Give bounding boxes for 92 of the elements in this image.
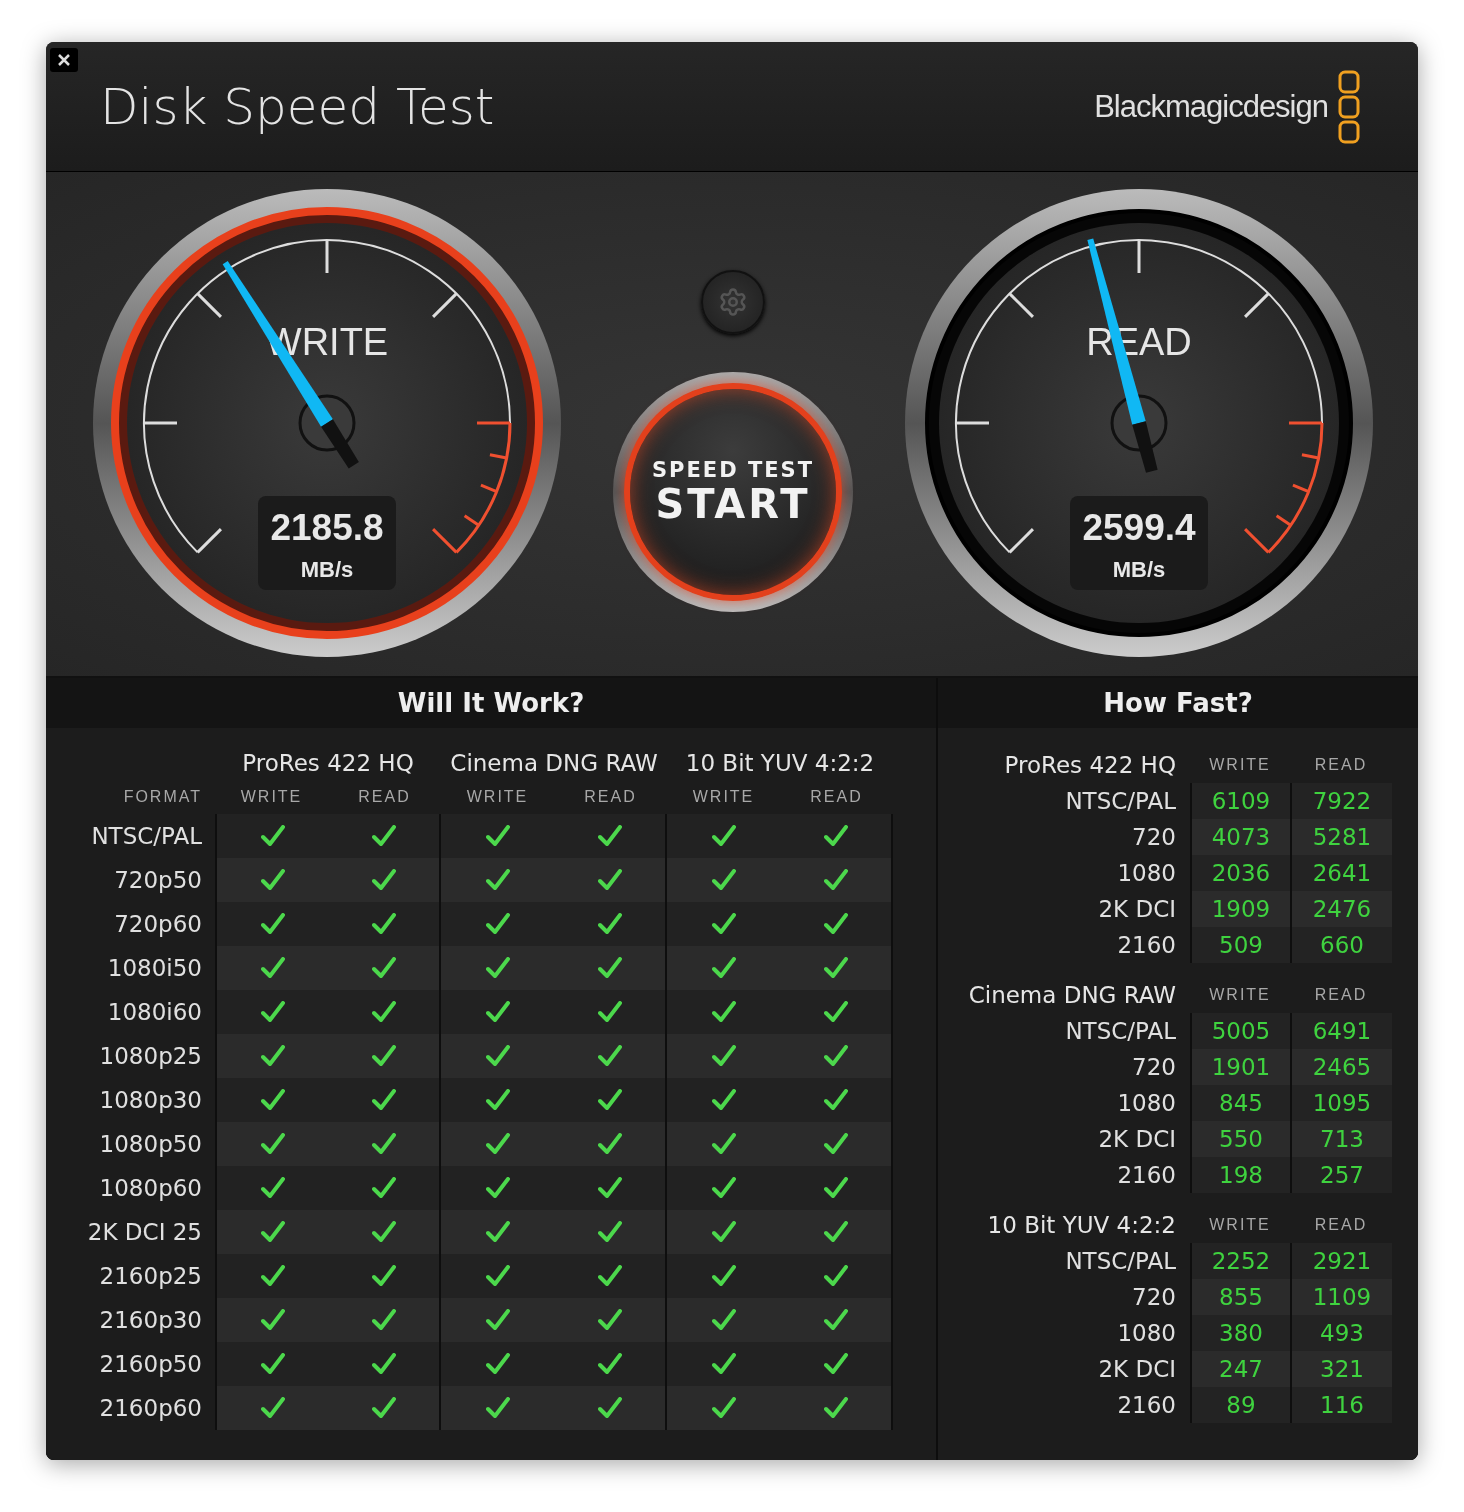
format-label: 2K DCI xyxy=(1097,895,1177,924)
panel-title: How Fast? xyxy=(938,678,1418,728)
format-label: NTSC/PAL xyxy=(1064,1017,1177,1046)
speed-value: 550 xyxy=(1190,1121,1290,1157)
format-label: 720 xyxy=(1131,1053,1177,1082)
app-title: Disk Speed Test xyxy=(100,77,495,136)
format-label: 1080i60 xyxy=(106,998,203,1027)
format-label: NTSC/PAL xyxy=(1064,787,1177,816)
speed-value: 5005 xyxy=(1190,1013,1290,1049)
format-label: 2160p25 xyxy=(98,1262,203,1291)
format-label: 2160p50 xyxy=(98,1350,203,1379)
speed-value: 5281 xyxy=(1290,819,1392,855)
column-heading: WRITE xyxy=(239,787,304,807)
format-label: 720 xyxy=(1131,1283,1177,1312)
column-heading: WRITE xyxy=(465,787,530,807)
speed-value: 2641 xyxy=(1290,855,1392,891)
speed-value: 509 xyxy=(1190,927,1290,963)
codec-heading: ProRes 422 HQ xyxy=(1003,751,1177,780)
readout-value: 2599.4 xyxy=(1082,507,1196,548)
format-label: 1080p30 xyxy=(98,1086,203,1115)
format-label: 1080 xyxy=(1116,1089,1177,1118)
speed-value: 380 xyxy=(1190,1315,1290,1351)
speed-value: 1095 xyxy=(1290,1085,1392,1121)
format-label: 1080i50 xyxy=(106,954,203,983)
codec-heading: 10 Bit YUV 4:2:2 xyxy=(986,1211,1177,1240)
column-heading: WRITE xyxy=(1208,1215,1272,1235)
format-label: 2160p60 xyxy=(98,1394,203,1423)
speed-value: 660 xyxy=(1290,927,1392,963)
brand-name: Blackmagicdesign xyxy=(1094,88,1328,125)
speed-value: 713 xyxy=(1290,1121,1392,1157)
format-label: 2K DCI 25 xyxy=(86,1218,203,1247)
format-label: 1080 xyxy=(1116,859,1177,888)
speed-value: 198 xyxy=(1190,1157,1290,1193)
speed-value: 855 xyxy=(1190,1279,1290,1315)
speed-value: 116 xyxy=(1290,1387,1392,1423)
readout-unit: MB/s xyxy=(1112,557,1166,582)
speed-value: 257 xyxy=(1290,1157,1392,1193)
format-label: 720p50 xyxy=(113,866,203,895)
format-label: 1080p60 xyxy=(98,1174,203,1203)
column-heading: READ xyxy=(809,787,864,807)
format-label: 720p60 xyxy=(113,910,203,939)
start-button[interactable]: SPEED TEST START xyxy=(624,383,842,601)
column-heading: READ xyxy=(1313,1215,1369,1235)
codec-heading: Cinema DNG RAW xyxy=(967,981,1177,1010)
speed-value: 4073 xyxy=(1190,819,1290,855)
format-label: 2160 xyxy=(1116,1391,1177,1420)
speed-value: 89 xyxy=(1190,1387,1290,1423)
format-label: NTSC/PAL xyxy=(1064,1247,1177,1276)
format-label: 2K DCI xyxy=(1097,1125,1177,1154)
format-label: 1080p50 xyxy=(98,1130,203,1159)
column-heading: WRITE xyxy=(1208,985,1272,1005)
column-heading: READ xyxy=(1313,755,1369,775)
speed-value: 2252 xyxy=(1190,1243,1290,1279)
speed-value: 6109 xyxy=(1190,783,1290,819)
close-icon xyxy=(57,53,71,67)
readout-unit: MB/s xyxy=(300,557,354,582)
speed-value: 2036 xyxy=(1190,855,1290,891)
column-heading: WRITE xyxy=(1208,755,1272,775)
column-heading: READ xyxy=(583,787,638,807)
format-label: NTSC/PAL xyxy=(90,822,203,851)
speed-value: 2465 xyxy=(1290,1049,1392,1085)
speed-value: 1909 xyxy=(1190,891,1290,927)
speed-value: 2476 xyxy=(1290,891,1392,927)
format-label: 1080p25 xyxy=(98,1042,203,1071)
codec-heading: 10 Bit YUV 4:2:2 xyxy=(684,749,876,778)
close-button[interactable] xyxy=(50,48,78,72)
speed-value: 845 xyxy=(1190,1085,1290,1121)
speed-value: 1901 xyxy=(1190,1049,1290,1085)
speed-value: 321 xyxy=(1290,1351,1392,1387)
settings-button[interactable] xyxy=(701,270,765,334)
column-heading: FORMAT xyxy=(122,787,203,807)
speed-value: 6491 xyxy=(1290,1013,1392,1049)
format-label: 2K DCI xyxy=(1097,1355,1177,1384)
speed-value: 1109 xyxy=(1290,1279,1392,1315)
panel-title: Will It Work? xyxy=(46,678,936,728)
speed-value: 493 xyxy=(1290,1315,1392,1351)
column-heading: READ xyxy=(357,787,412,807)
readout-value: 2185.8 xyxy=(270,507,384,548)
codec-heading: Cinema DNG RAW xyxy=(449,749,659,778)
format-label: 2160p30 xyxy=(98,1306,203,1335)
settings-icon xyxy=(718,287,748,317)
format-label: 2160 xyxy=(1116,931,1177,960)
logo-icon xyxy=(1338,69,1360,144)
format-label: 1080 xyxy=(1116,1319,1177,1348)
column-heading: WRITE xyxy=(691,787,756,807)
format-label: 2160 xyxy=(1116,1161,1177,1190)
speed-value: 7922 xyxy=(1290,783,1392,819)
codec-heading: ProRes 422 HQ xyxy=(241,749,415,778)
speed-value: 2921 xyxy=(1290,1243,1392,1279)
speed-value: 247 xyxy=(1190,1351,1290,1387)
format-label: 720 xyxy=(1131,823,1177,852)
column-heading: READ xyxy=(1313,985,1369,1005)
